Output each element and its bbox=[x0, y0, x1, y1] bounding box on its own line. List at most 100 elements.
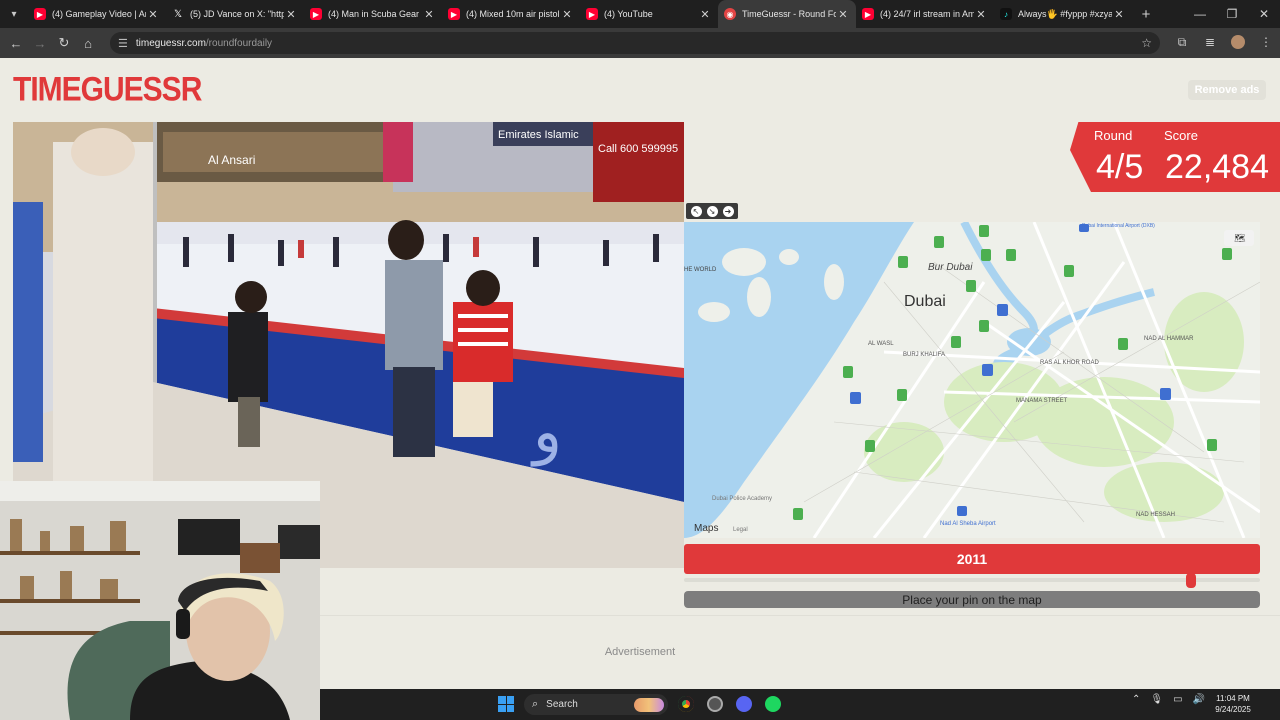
timeguessr-logo[interactable]: TIMEGUESSR bbox=[13, 66, 202, 114]
remove-ads-button[interactable]: Remove ads bbox=[1188, 80, 1266, 100]
close-tab-icon[interactable]: ✕ bbox=[698, 8, 712, 21]
shrink-map-icon[interactable]: ↘ bbox=[706, 205, 718, 217]
media-controls-icon[interactable]: ≣ bbox=[1196, 35, 1224, 52]
youtube-icon: ▶ bbox=[310, 8, 322, 20]
map-size-controls: ↖ ↘ ➜ bbox=[686, 203, 738, 219]
map-label-dubai: Dubai bbox=[904, 293, 946, 310]
year-slider-track[interactable] bbox=[684, 578, 1260, 582]
profile-avatar[interactable] bbox=[1224, 34, 1252, 52]
browser-tab-active[interactable]: ◉ TimeGuessr - Round Four ✕ bbox=[718, 0, 856, 28]
map-label-ras-al-khor: RAS AL KHOR ROAD bbox=[1040, 360, 1099, 366]
browser-tab[interactable]: ▶ (4) Mixed 10m air pistol t ✕ bbox=[442, 0, 580, 28]
close-tab-icon[interactable]: ✕ bbox=[284, 8, 298, 21]
forward-arrow-icon[interactable]: → bbox=[28, 36, 52, 51]
new-tab-button[interactable]: + bbox=[1132, 6, 1160, 23]
system-tray: ⌃ 🎙 ▭ 🔊 bbox=[1132, 694, 1215, 705]
volume-icon[interactable]: 🔊 bbox=[1193, 694, 1205, 705]
score-value: 22,484 bbox=[1165, 148, 1269, 186]
score-label: Score bbox=[1164, 128, 1198, 143]
browser-tab[interactable]: ▶ (4) Gameplay Video | Ana ✕ bbox=[28, 0, 166, 28]
close-tab-icon[interactable]: ✕ bbox=[560, 8, 574, 21]
taskbar-search-box[interactable]: ⌕ Search bbox=[524, 694, 668, 715]
clock-time: 11:04 PM bbox=[1216, 694, 1250, 703]
svg-text:ﻭ: ﻭ bbox=[530, 399, 562, 467]
tab-title: TimeGuessr - Round Four bbox=[742, 9, 836, 19]
webcam-feed bbox=[0, 481, 320, 720]
search-icon: ⌕ bbox=[532, 698, 539, 710]
tab-search-chevron-icon[interactable]: ▾ bbox=[0, 0, 28, 28]
x-icon: 𝕏 bbox=[173, 8, 183, 20]
map-label-police-academy: Dubai Police Academy bbox=[712, 496, 772, 502]
tray-overflow-icon[interactable]: ⌃ bbox=[1132, 694, 1140, 705]
close-tab-icon[interactable]: ✕ bbox=[146, 8, 160, 21]
obs-icon[interactable] bbox=[707, 696, 723, 712]
expand-map-icon[interactable]: ↖ bbox=[690, 205, 702, 217]
tiktok-icon: ♪ bbox=[1000, 8, 1012, 20]
site-info-icon[interactable]: ☰ bbox=[118, 37, 128, 50]
chrome-icon[interactable] bbox=[678, 696, 694, 712]
search-highlight-icon bbox=[634, 697, 664, 712]
back-arrow-icon[interactable]: ← bbox=[4, 36, 28, 51]
map-label-nad-al-hammar: NAD AL HAMMAR bbox=[1144, 336, 1194, 342]
round-label: Round bbox=[1094, 128, 1133, 143]
browser-tab[interactable]: 𝕏 (5) JD Vance on X: "https: ✕ bbox=[166, 0, 304, 28]
advertisement-label: Advertisement bbox=[604, 646, 676, 658]
browser-tab-strip: ▾ ▶ (4) Gameplay Video | Ana ✕ 𝕏 (5) JD … bbox=[0, 0, 1280, 28]
close-tab-icon[interactable]: ✕ bbox=[1112, 8, 1126, 21]
address-bar[interactable]: ☰ timeguessr.com/roundfourdaily ☆ bbox=[110, 32, 1160, 54]
map-legal-link[interactable]: Legal bbox=[733, 527, 748, 533]
map-label-nad-hessah: NAD HESSAH bbox=[1136, 512, 1175, 518]
discord-icon[interactable] bbox=[736, 696, 752, 712]
tab-title: (4) Gameplay Video | Ana bbox=[52, 9, 146, 19]
browser-tab[interactable]: ▶ (4) YouTube ✕ bbox=[580, 0, 718, 28]
browser-toolbar: ← → ↻ ⌂ ☰ timeguessr.com/roundfourdaily … bbox=[0, 28, 1280, 58]
network-icon[interactable]: ▭ bbox=[1173, 694, 1182, 705]
map-label-manama: MANAMA STREET bbox=[1016, 398, 1068, 404]
dubai-map-canvas: Dubai Bur Dubai AL WASL BURJ KHALIFA RAS… bbox=[684, 222, 1260, 538]
map-label-al-wasl: AL WASL bbox=[868, 341, 894, 347]
youtube-icon: ▶ bbox=[586, 8, 598, 20]
map-label-bur-dubai: Bur Dubai bbox=[928, 262, 973, 273]
microphone-icon[interactable]: 🎙 bbox=[1150, 694, 1163, 705]
windows-start-icon[interactable] bbox=[498, 696, 514, 712]
map-label-airport: Dubai International Airport (DXB) bbox=[1082, 223, 1155, 229]
youtube-icon: ▶ bbox=[448, 8, 460, 20]
browser-tab[interactable]: ▶ (4) 24/7 irl stream in Ame ✕ bbox=[856, 0, 994, 28]
restore-icon[interactable]: ❐ bbox=[1216, 7, 1248, 21]
close-tab-icon[interactable]: ✕ bbox=[974, 8, 988, 21]
bookmark-star-icon[interactable]: ☆ bbox=[1141, 36, 1152, 50]
close-tab-icon[interactable]: ✕ bbox=[422, 8, 436, 21]
close-tab-icon[interactable]: ✕ bbox=[836, 8, 850, 21]
round-value: 4/5 bbox=[1096, 148, 1144, 186]
map-layers-icon[interactable]: 🗺 bbox=[1234, 233, 1246, 244]
tab-title: (4) 24/7 irl stream in Ame bbox=[880, 9, 974, 19]
extensions-icon[interactable]: ⧉ bbox=[1168, 35, 1196, 52]
minimize-icon[interactable]: — bbox=[1184, 7, 1216, 21]
pin-map-icon[interactable]: ➜ bbox=[722, 205, 734, 217]
emirates-islamic-sign: Emirates Islamic bbox=[498, 129, 579, 141]
map-label-the-world: HE WORLD bbox=[684, 267, 717, 273]
timeguessr-icon: ◉ bbox=[724, 8, 736, 20]
place-pin-button[interactable]: Place your pin on the map bbox=[684, 591, 1260, 608]
tab-title: (4) Mixed 10m air pistol t bbox=[466, 9, 560, 19]
browser-menu-icon[interactable]: ⋮ bbox=[1252, 35, 1280, 52]
spotify-icon[interactable] bbox=[765, 696, 781, 712]
reload-icon[interactable]: ↻ bbox=[52, 35, 76, 51]
home-icon[interactable]: ⌂ bbox=[76, 36, 100, 51]
year-slider-thumb[interactable] bbox=[1185, 573, 1196, 588]
tab-title: (4) YouTube bbox=[604, 9, 653, 19]
youtube-icon: ▶ bbox=[862, 8, 874, 20]
al-ansari-sign: Al Ansari bbox=[208, 153, 255, 167]
phone-sign: Call 600 599995 bbox=[598, 143, 678, 155]
url-path: /roundfourdaily bbox=[205, 37, 273, 49]
taskbar-clock[interactable]: 11:04 PM 9/24/2025 bbox=[1208, 693, 1258, 715]
browser-tab[interactable]: ♪ Always🖐 #fyppp #xzyab ✕ bbox=[994, 0, 1132, 28]
browser-tab[interactable]: ▶ (4) Man in Scuba Gear Ro ✕ bbox=[304, 0, 442, 28]
map-label-burj-khalifa: BURJ KHALIFA bbox=[903, 352, 945, 358]
streamer-webcam-overlay bbox=[0, 481, 320, 720]
guess-map[interactable]: Dubai Bur Dubai AL WASL BURJ KHALIFA RAS… bbox=[684, 222, 1260, 538]
map-label-nad-al-sheba: Nad Al Sheba Airport bbox=[940, 521, 996, 527]
youtube-icon: ▶ bbox=[34, 8, 46, 20]
close-window-icon[interactable]: ✕ bbox=[1248, 7, 1280, 21]
clock-date: 9/24/2025 bbox=[1215, 705, 1251, 714]
